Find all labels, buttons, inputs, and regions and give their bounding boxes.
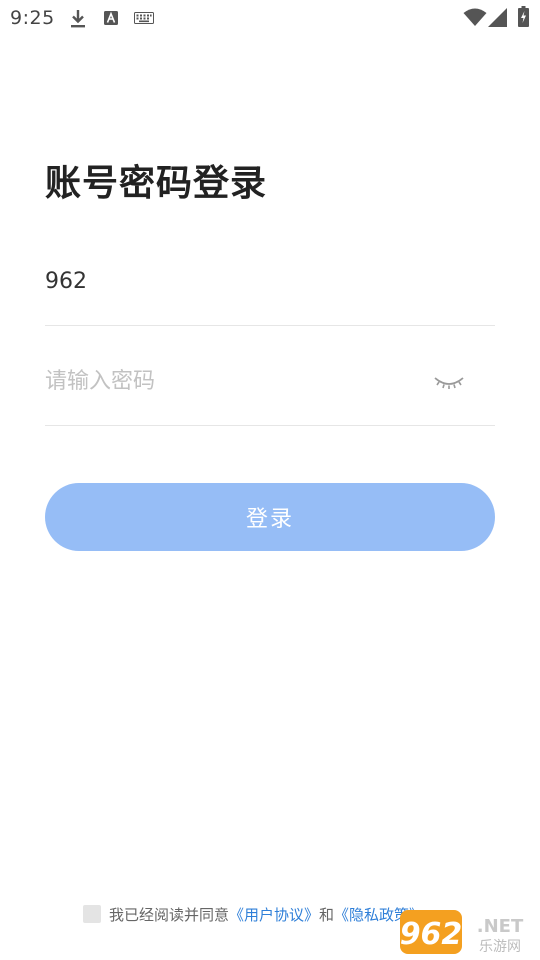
agree-checkbox[interactable] — [83, 905, 101, 923]
status-bar: 9:25 — [0, 0, 540, 36]
status-time: 9:25 — [10, 7, 55, 29]
password-field — [45, 366, 495, 426]
eye-closed-icon[interactable] — [433, 370, 465, 392]
login-button[interactable]: 登录 — [45, 483, 495, 551]
wifi-icon — [463, 8, 487, 26]
cell-signal-icon — [488, 8, 507, 27]
svg-text:乐游网: 乐游网 — [479, 939, 521, 955]
login-screen: 9:25 账号密码登录 962 登录 我已经阅读并同意 《用户协议》 和 《隐私… — [0, 0, 540, 960]
agreement-row: 我已经阅读并同意 《用户协议》 和 《隐私政策》 — [83, 903, 424, 925]
account-field — [45, 266, 495, 326]
user-agreement-link[interactable]: 《用户协议》 — [229, 904, 319, 925]
page-title: 账号密码登录 — [45, 163, 268, 204]
svg-text:962: 962 — [400, 917, 462, 952]
agreement-conjunction: 和 — [319, 905, 335, 924]
download-icon — [71, 10, 85, 28]
battery-charging-icon — [518, 6, 529, 27]
watermark-logo: 962 .NET 乐游网 — [400, 910, 524, 955]
keyboard-icon — [134, 12, 154, 24]
account-input[interactable] — [45, 266, 495, 296]
font-a-icon — [104, 11, 118, 25]
password-input[interactable] — [45, 366, 425, 396]
agreement-prefix: 我已经阅读并同意 — [109, 905, 230, 924]
svg-text:.NET: .NET — [477, 916, 524, 937]
